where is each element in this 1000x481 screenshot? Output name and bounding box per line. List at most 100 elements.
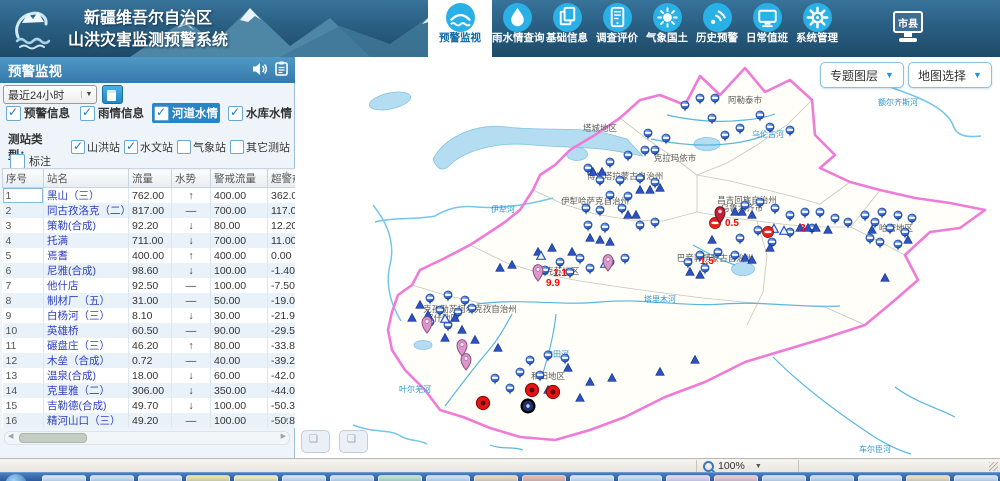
checkbox[interactable] — [124, 140, 138, 154]
scrollbar-thumb[interactable] — [19, 433, 87, 443]
alert-value-label: 3 — [800, 223, 806, 234]
table-row[interactable]: 9白杨河（三）8.10↓30.00-21.90 — [3, 308, 326, 323]
checkbox[interactable] — [177, 140, 191, 154]
table-row[interactable]: 2同古孜洛克（二）817.00—700.00117.00 — [3, 203, 326, 218]
table-horizontal-scrollbar[interactable]: ◀ ▶ — [4, 431, 290, 445]
checkbox[interactable] — [230, 140, 244, 154]
filter-预警信息[interactable]: 预警信息 — [4, 103, 72, 123]
table-row[interactable]: 4托满711.00↓700.0011.00 — [3, 233, 326, 248]
station-type-山洪站[interactable]: 山洪站 — [71, 139, 120, 155]
annotate-checkbox[interactable] — [10, 154, 25, 169]
thematic-layers-button[interactable]: 专题图层 ▼ — [820, 62, 904, 88]
column-header[interactable]: 水势 — [172, 169, 211, 188]
table-row[interactable]: 6尼雅(合成)98.60↓100.00-1.40 — [3, 263, 326, 278]
taskbar-app-button[interactable] — [186, 475, 230, 481]
closed-station-marker[interactable] — [762, 226, 773, 237]
clipboard-icon[interactable] — [275, 61, 288, 79]
zoom-control[interactable]: 100% ▼ — [703, 459, 762, 473]
taskbar-app-button[interactable] — [234, 475, 278, 481]
nav-item-3[interactable]: 调查评价 — [592, 0, 642, 57]
alarm-station-marker[interactable] — [546, 385, 559, 398]
speaker-icon[interactable] — [252, 62, 268, 79]
basemap-select-button[interactable]: 地图选择 ▼ — [908, 62, 992, 88]
filter-水库水情[interactable]: 水库水情 — [226, 103, 294, 123]
station-type-水文站[interactable]: 水文站 — [124, 139, 173, 155]
nav-item-4[interactable]: 气象国土 — [642, 0, 692, 57]
scroll-right-icon[interactable]: ▶ — [281, 432, 286, 440]
chevron-down-icon: ▼ — [973, 70, 982, 80]
table-row[interactable]: 11碾盘庄（三）46.20↑80.00-33.80 — [3, 338, 326, 353]
table-row[interactable]: 8制材厂（五）31.00—50.00-19.00 — [3, 293, 326, 308]
checkbox[interactable] — [6, 106, 21, 121]
taskbar-app-button[interactable] — [666, 475, 710, 481]
scope-monitor-button[interactable]: 市县 — [882, 8, 934, 52]
overview-window-button-1[interactable] — [301, 430, 330, 453]
nav-item-0[interactable]: 预警监视 — [428, 0, 492, 57]
checkbox[interactable] — [154, 106, 169, 121]
nav-item-2[interactable]: 基础信息 — [542, 0, 592, 57]
overview-window-button-2[interactable] — [339, 430, 368, 453]
taskbar-app-button[interactable] — [378, 475, 422, 481]
scroll-down-icon[interactable]: ▼ — [283, 417, 290, 424]
taskbar-app-button[interactable] — [570, 475, 614, 481]
taskbar-app-button[interactable] — [954, 475, 998, 481]
resize-grip[interactable] — [989, 462, 998, 471]
table-row[interactable]: 12木垒（合成）0.72—40.00-39.28 — [3, 353, 326, 368]
time-range-select[interactable]: 最近24小时 ▼ — [3, 85, 97, 104]
table-row[interactable]: 15吉勒德(合成)49.70↓100.00-50.30 — [3, 398, 326, 413]
calendar-button[interactable] — [102, 85, 123, 104]
taskbar-app-button[interactable] — [858, 475, 902, 481]
checkbox[interactable] — [228, 106, 243, 121]
table-row[interactable]: 1黑山（三）762.00↑400.00362.00 — [3, 188, 326, 204]
taskbar-app-button[interactable] — [618, 475, 662, 481]
checkbox[interactable] — [71, 140, 85, 154]
table-vertical-scrollbar[interactable]: ▲ ▼ — [281, 168, 292, 426]
table-row[interactable]: 13温泉(合成)18.00↓60.00-42.00 — [3, 368, 326, 383]
annotate-toggle[interactable]: 标注 — [10, 153, 51, 169]
filter-河道水情[interactable]: 河道水情 — [152, 103, 220, 123]
windows-taskbar[interactable] — [0, 472, 1000, 481]
dark-station-marker[interactable] — [522, 400, 535, 413]
station-type-其它测站[interactable]: 其它测站 — [230, 139, 290, 155]
taskbar-app-button[interactable] — [138, 475, 182, 481]
region-label: 塔城地区 — [583, 123, 618, 133]
table-row[interactable]: 16精河山口（三）49.20—100.00-50.80 — [3, 413, 326, 428]
alarm-station-marker[interactable] — [476, 396, 489, 409]
checkbox[interactable] — [80, 106, 95, 121]
table-row[interactable]: 10英雄桥60.50—90.00-29.50 — [3, 323, 326, 338]
taskbar-app-button[interactable] — [42, 475, 86, 481]
taskbar-app-button[interactable] — [330, 475, 374, 481]
taskbar-app-button[interactable] — [714, 475, 758, 481]
map-canvas[interactable]: 阿勒泰市塔城地区克拉玛依市博尔塔拉蒙古自治州伊犁哈萨克自治州昌吉回族自治州乌鲁木… — [295, 57, 1000, 458]
scroll-up-icon[interactable]: ▲ — [283, 170, 290, 177]
column-header[interactable]: 序号 — [3, 169, 44, 188]
nav-item-7[interactable]: 系统管理 — [792, 0, 842, 57]
table-row[interactable]: 14克里雅（二）306.00↓350.00-44.00 — [3, 383, 326, 398]
taskbar-app-button[interactable] — [282, 475, 326, 481]
station-type-气象站[interactable]: 气象站 — [177, 139, 226, 155]
scroll-left-icon[interactable]: ◀ — [8, 432, 13, 440]
taskbar-app-button[interactable] — [810, 475, 854, 481]
column-header[interactable]: 流量 — [129, 169, 172, 188]
taskbar-app-button[interactable] — [474, 475, 518, 481]
river-label: 塔里木河 — [644, 294, 676, 304]
column-header[interactable]: 警戒流量 — [211, 169, 268, 188]
filter-雨情信息[interactable]: 雨情信息 — [78, 103, 146, 123]
nav-item-1[interactable]: 雨水情查询 — [492, 0, 542, 57]
table-row[interactable]: 3策勒(合成)92.20↓80.0012.20 — [3, 218, 326, 233]
taskbar-app-button[interactable] — [90, 475, 134, 481]
taskbar-app-button[interactable] — [906, 475, 950, 481]
column-header[interactable]: 站名 — [44, 169, 129, 188]
start-orb[interactable] — [5, 474, 27, 481]
taskbar-app-button[interactable] — [426, 475, 470, 481]
river-label: 额尔齐斯河 — [878, 97, 918, 107]
monitor-icon: 市县 — [886, 8, 930, 48]
table-row[interactable]: 7他什店92.50—100.00-7.50 — [3, 278, 326, 293]
table-row[interactable]: 5焉耆400.00↑400.000.00 — [3, 248, 326, 263]
sun-icon — [653, 3, 682, 32]
nav-item-5[interactable]: 历史预警 — [692, 0, 742, 57]
alarm-station-marker[interactable] — [525, 383, 538, 396]
taskbar-app-button[interactable] — [762, 475, 806, 481]
taskbar-app-button[interactable] — [522, 475, 566, 481]
nav-item-6[interactable]: 日常值班 — [742, 0, 792, 57]
